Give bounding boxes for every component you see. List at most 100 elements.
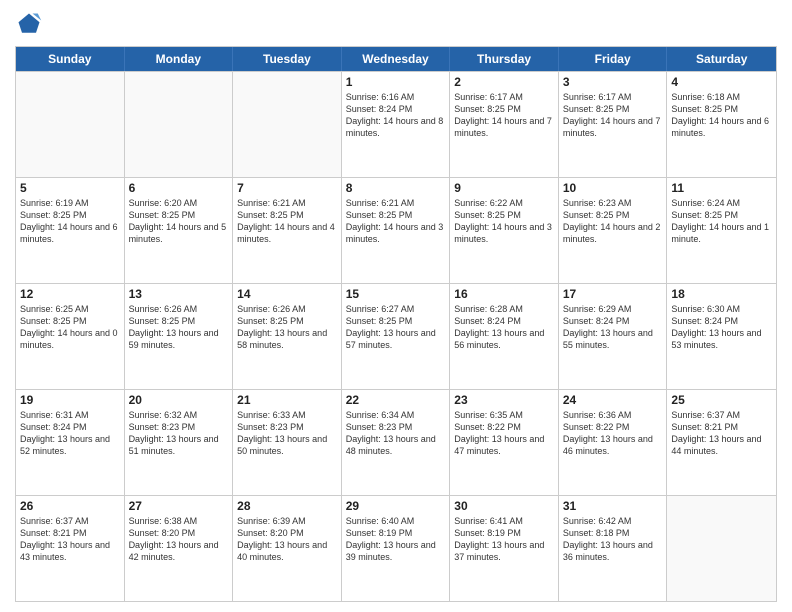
calendar-cell: 6 Sunrise: 6:20 AM Sunset: 8:25 PM Daylig… (125, 178, 234, 283)
calendar-cell: 11 Sunrise: 6:24 AM Sunset: 8:25 PM Dayli… (667, 178, 776, 283)
day-number: 30 (454, 499, 554, 513)
day-number: 13 (129, 287, 229, 301)
day-number: 31 (563, 499, 663, 513)
calendar-cell: 27 Sunrise: 6:38 AM Sunset: 8:20 PM Dayli… (125, 496, 234, 601)
calendar-cell: 23Sunrise: 6:35 AM Sunset: 8:22 PM Dayli… (450, 390, 559, 495)
day-number: 11 (671, 181, 772, 195)
weekday-header: Saturday (667, 47, 776, 71)
day-number: 29 (346, 499, 446, 513)
weekday-header: Monday (125, 47, 234, 71)
calendar-row: 5Sunrise: 6:19 AM Sunset: 8:25 PM Daylig… (16, 177, 776, 283)
day-number: 25 (671, 393, 772, 407)
weekday-header: Wednesday (342, 47, 451, 71)
day-number: 17 (563, 287, 663, 301)
day-number: 2 (454, 75, 554, 89)
calendar-cell: 22 Sunrise: 6:34 AM Sunset: 8:23 PM Dayli… (342, 390, 451, 495)
cell-info: Sunrise: 6:17 AM Sunset: 8:25 PM Dayligh… (563, 91, 663, 140)
day-number: 4 (671, 75, 772, 89)
cell-info: Sunrise: 6:32 AM Sunset: 8:23 PM Dayligh… (129, 409, 229, 458)
cell-info: Sunrise: 6:38 AM Sunset: 8:20 PM Dayligh… (129, 515, 229, 564)
cell-info: Sunrise: 6:36 AM Sunset: 8:22 PM Dayligh… (563, 409, 663, 458)
day-number: 5 (20, 181, 120, 195)
calendar-row: 12Sunrise: 6:25 AM Sunset: 8:25 PM Dayli… (16, 283, 776, 389)
calendar-cell: 29 Sunrise: 6:40 AM Sunset: 8:19 PM Dayli… (342, 496, 451, 601)
day-number: 3 (563, 75, 663, 89)
calendar-cell: 3 Sunrise: 6:17 AM Sunset: 8:25 PM Daylig… (559, 72, 668, 177)
day-number: 19 (20, 393, 120, 407)
calendar-cell: 9 Sunrise: 6:22 AM Sunset: 8:25 PM Daylig… (450, 178, 559, 283)
calendar-row: 26 Sunrise: 6:37 AM Sunset: 8:21 PM Dayli… (16, 495, 776, 601)
day-number: 1 (346, 75, 446, 89)
calendar-cell: 24 Sunrise: 6:36 AM Sunset: 8:22 PM Dayli… (559, 390, 668, 495)
cell-info: Sunrise: 6:37 AM Sunset: 8:21 PM Dayligh… (20, 515, 120, 564)
day-number: 28 (237, 499, 337, 513)
day-number: 9 (454, 181, 554, 195)
cell-info: Sunrise: 6:31 AM Sunset: 8:24 PM Dayligh… (20, 409, 120, 458)
day-number: 24 (563, 393, 663, 407)
calendar-cell (16, 72, 125, 177)
cell-info: Sunrise: 6:24 AM Sunset: 8:25 PM Dayligh… (671, 197, 772, 246)
calendar-cell (233, 72, 342, 177)
day-number: 6 (129, 181, 229, 195)
calendar-cell: 25 Sunrise: 6:37 AM Sunset: 8:21 PM Dayli… (667, 390, 776, 495)
cell-info: Sunrise: 6:17 AM Sunset: 8:25 PM Dayligh… (454, 91, 554, 140)
calendar-cell: 5Sunrise: 6:19 AM Sunset: 8:25 PM Daylig… (16, 178, 125, 283)
cell-info: Sunrise: 6:39 AM Sunset: 8:20 PM Dayligh… (237, 515, 337, 564)
day-number: 8 (346, 181, 446, 195)
cell-info: Sunrise: 6:26 AM Sunset: 8:25 PM Dayligh… (129, 303, 229, 352)
day-number: 26 (20, 499, 120, 513)
calendar-cell (125, 72, 234, 177)
cell-info: Sunrise: 6:34 AM Sunset: 8:23 PM Dayligh… (346, 409, 446, 458)
day-number: 20 (129, 393, 229, 407)
cell-info: Sunrise: 6:26 AM Sunset: 8:25 PM Dayligh… (237, 303, 337, 352)
calendar-row: 1Sunrise: 6:16 AM Sunset: 8:24 PM Daylig… (16, 71, 776, 177)
calendar-body: 1Sunrise: 6:16 AM Sunset: 8:24 PM Daylig… (16, 71, 776, 601)
cell-info: Sunrise: 6:29 AM Sunset: 8:24 PM Dayligh… (563, 303, 663, 352)
weekday-header: Thursday (450, 47, 559, 71)
day-number: 22 (346, 393, 446, 407)
weekday-header: Tuesday (233, 47, 342, 71)
cell-info: Sunrise: 6:22 AM Sunset: 8:25 PM Dayligh… (454, 197, 554, 246)
cell-info: Sunrise: 6:33 AM Sunset: 8:23 PM Dayligh… (237, 409, 337, 458)
calendar-cell: 21Sunrise: 6:33 AM Sunset: 8:23 PM Dayli… (233, 390, 342, 495)
header (15, 10, 777, 38)
cell-info: Sunrise: 6:27 AM Sunset: 8:25 PM Dayligh… (346, 303, 446, 352)
calendar-cell: 17 Sunrise: 6:29 AM Sunset: 8:24 PM Dayli… (559, 284, 668, 389)
cell-info: Sunrise: 6:21 AM Sunset: 8:25 PM Dayligh… (237, 197, 337, 246)
calendar-cell: 1Sunrise: 6:16 AM Sunset: 8:24 PM Daylig… (342, 72, 451, 177)
weekday-header: Friday (559, 47, 668, 71)
calendar-cell: 28 Sunrise: 6:39 AM Sunset: 8:20 PM Dayli… (233, 496, 342, 601)
calendar-cell: 4 Sunrise: 6:18 AM Sunset: 8:25 PM Daylig… (667, 72, 776, 177)
calendar-cell: 8 Sunrise: 6:21 AM Sunset: 8:25 PM Daylig… (342, 178, 451, 283)
cell-info: Sunrise: 6:40 AM Sunset: 8:19 PM Dayligh… (346, 515, 446, 564)
day-number: 27 (129, 499, 229, 513)
cell-info: Sunrise: 6:37 AM Sunset: 8:21 PM Dayligh… (671, 409, 772, 458)
calendar-cell: 10Sunrise: 6:23 AM Sunset: 8:25 PM Dayli… (559, 178, 668, 283)
calendar-cell: 31Sunrise: 6:42 AM Sunset: 8:18 PM Dayli… (559, 496, 668, 601)
cell-info: Sunrise: 6:30 AM Sunset: 8:24 PM Dayligh… (671, 303, 772, 352)
cell-info: Sunrise: 6:21 AM Sunset: 8:25 PM Dayligh… (346, 197, 446, 246)
calendar-cell: 18 Sunrise: 6:30 AM Sunset: 8:24 PM Dayli… (667, 284, 776, 389)
calendar-cell: 16Sunrise: 6:28 AM Sunset: 8:24 PM Dayli… (450, 284, 559, 389)
calendar-cell: 12Sunrise: 6:25 AM Sunset: 8:25 PM Dayli… (16, 284, 125, 389)
calendar: SundayMondayTuesdayWednesdayThursdayFrid… (15, 46, 777, 602)
calendar-cell: 15 Sunrise: 6:27 AM Sunset: 8:25 PM Dayli… (342, 284, 451, 389)
calendar-cell: 30Sunrise: 6:41 AM Sunset: 8:19 PM Dayli… (450, 496, 559, 601)
calendar-cell: 14 Sunrise: 6:26 AM Sunset: 8:25 PM Dayli… (233, 284, 342, 389)
calendar-row: 19 Sunrise: 6:31 AM Sunset: 8:24 PM Dayli… (16, 389, 776, 495)
cell-info: Sunrise: 6:20 AM Sunset: 8:25 PM Dayligh… (129, 197, 229, 246)
day-number: 10 (563, 181, 663, 195)
calendar-cell: 20 Sunrise: 6:32 AM Sunset: 8:23 PM Dayli… (125, 390, 234, 495)
cell-info: Sunrise: 6:18 AM Sunset: 8:25 PM Dayligh… (671, 91, 772, 140)
day-number: 7 (237, 181, 337, 195)
cell-info: Sunrise: 6:35 AM Sunset: 8:22 PM Dayligh… (454, 409, 554, 458)
day-number: 14 (237, 287, 337, 301)
calendar-cell: 7 Sunrise: 6:21 AM Sunset: 8:25 PM Daylig… (233, 178, 342, 283)
calendar-cell: 19 Sunrise: 6:31 AM Sunset: 8:24 PM Dayli… (16, 390, 125, 495)
calendar-cell: 2 Sunrise: 6:17 AM Sunset: 8:25 PM Daylig… (450, 72, 559, 177)
day-number: 18 (671, 287, 772, 301)
day-number: 15 (346, 287, 446, 301)
calendar-cell: 13 Sunrise: 6:26 AM Sunset: 8:25 PM Dayli… (125, 284, 234, 389)
logo (15, 10, 47, 38)
calendar-header: SundayMondayTuesdayWednesdayThursdayFrid… (16, 47, 776, 71)
